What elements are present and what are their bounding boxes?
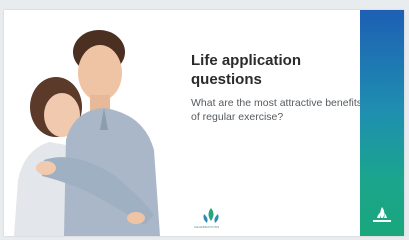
slide-frame: Life application questions What are the …: [0, 0, 409, 240]
flame-icon: [373, 207, 391, 222]
slide: Life application questions What are the …: [4, 10, 404, 236]
slide-title: Life application questions: [191, 52, 302, 88]
slide-question: What are the most attractive benefits of…: [191, 97, 362, 123]
brand-band: [360, 10, 404, 236]
couple-photo: [4, 10, 176, 236]
logo-text: CELEBRATIONS: [194, 225, 220, 229]
